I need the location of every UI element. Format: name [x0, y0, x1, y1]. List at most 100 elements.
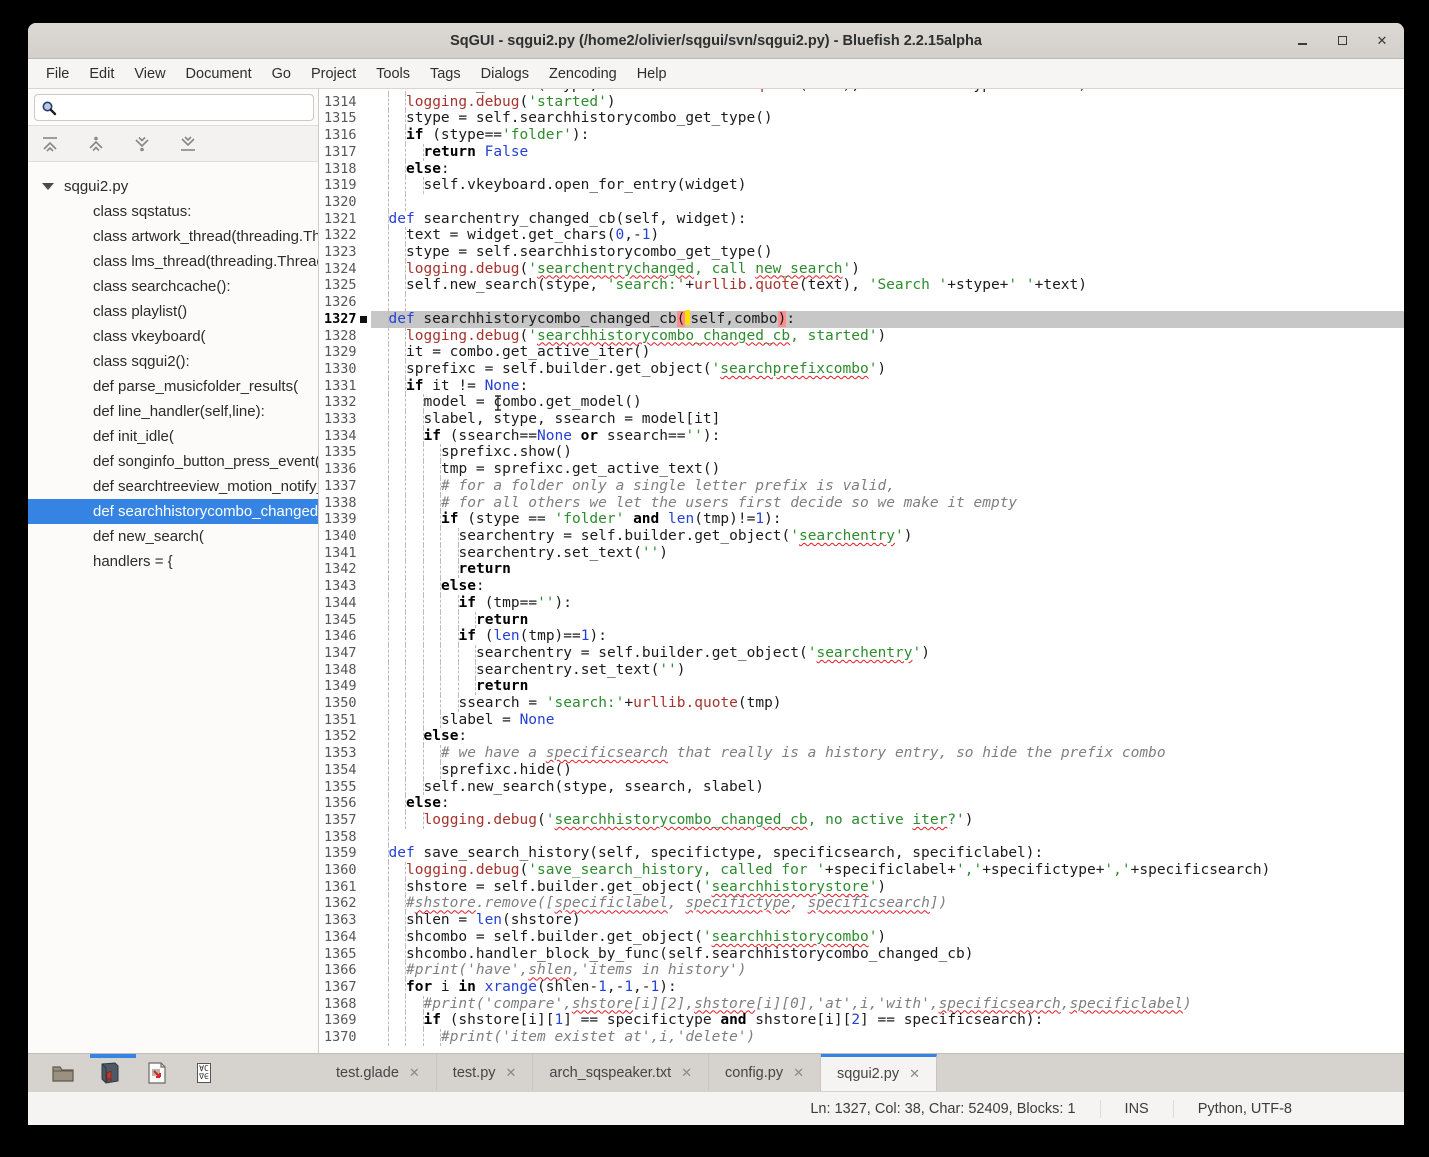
line-number[interactable]: 1318	[319, 161, 359, 178]
code-line[interactable]: 1315stype = self.searchhistorycombo_get_…	[319, 110, 1404, 127]
code-line[interactable]: 1363shlen = len(shstore)	[319, 912, 1404, 929]
tab-close-icon[interactable]: ✕	[793, 1065, 804, 1081]
line-number[interactable]: 1362	[319, 895, 359, 912]
line-number[interactable]: 1337	[319, 478, 359, 495]
line-number[interactable]: 1339	[319, 511, 359, 528]
line-number[interactable]: 1323	[319, 244, 359, 261]
code-line[interactable]: 1325self.new_search(stype, 'search:'+url…	[319, 277, 1404, 294]
code-line[interactable]: 1369if (shstore[i][1] == specifictype an…	[319, 1012, 1404, 1029]
expander-icon[interactable]	[42, 183, 54, 190]
line-number[interactable]: 1354	[319, 762, 359, 779]
line-number[interactable]: 1346	[319, 628, 359, 645]
line-number[interactable]: 1369	[319, 1012, 359, 1029]
code-line[interactable]: 1320	[319, 194, 1404, 211]
code-line[interactable]: 1319self.vkeyboard.open_for_entry(widget…	[319, 177, 1404, 194]
tab-arch_sqspeaker.txt[interactable]: arch_sqspeaker.txt✕	[533, 1054, 709, 1091]
line-number[interactable]: 1335	[319, 444, 359, 461]
line-number[interactable]: 1345	[319, 612, 359, 629]
tab-sqgui2.py[interactable]: sqgui2.py✕	[821, 1054, 937, 1091]
code-line[interactable]: 1349return	[319, 678, 1404, 695]
minimize-button[interactable]	[1294, 33, 1310, 49]
menu-project[interactable]: Project	[301, 62, 366, 86]
line-number[interactable]: 1358	[319, 829, 359, 846]
snippets-doc-icon[interactable]	[144, 1060, 170, 1086]
tree-item[interactable]: def line_handler(self,line):	[28, 399, 318, 424]
code-line[interactable]: 1335sprefixc.show()	[319, 444, 1404, 461]
code-line[interactable]: 1316if (stype=='folder'):	[319, 127, 1404, 144]
line-number[interactable]: 1332	[319, 394, 359, 411]
code-line[interactable]: 1333slabel, stype, ssearch = model[it]	[319, 411, 1404, 428]
menu-file[interactable]: File	[36, 62, 79, 86]
tab-test.glade[interactable]: test.glade✕	[320, 1054, 437, 1091]
line-number[interactable]: 1349	[319, 678, 359, 695]
code-line[interactable]: 1339if (stype == 'folder' and len(tmp)!=…	[319, 511, 1404, 528]
line-number[interactable]: 1365	[319, 946, 359, 963]
code-line[interactable]: 1359def save_search_history(self, specif…	[319, 845, 1404, 862]
tab-close-icon[interactable]: ✕	[506, 1065, 517, 1081]
line-number[interactable]: 1326	[319, 294, 359, 311]
line-number[interactable]: 1338	[319, 495, 359, 512]
code-line[interactable]: 1329it = combo.get_active_iter()	[319, 344, 1404, 361]
line-number[interactable]: 1340	[319, 528, 359, 545]
line-number[interactable]: 1321	[319, 211, 359, 228]
code-line[interactable]: 1358	[319, 829, 1404, 846]
tree-item[interactable]: def init_idle(	[28, 424, 318, 449]
line-number[interactable]: 1343	[319, 578, 359, 595]
code-editor[interactable]: self.new_search(stype, 'search:'+urllib.…	[319, 89, 1404, 1053]
menu-go[interactable]: Go	[262, 62, 301, 86]
code-line[interactable]: 1344if (tmp==''):	[319, 595, 1404, 612]
menu-tags[interactable]: Tags	[420, 62, 471, 86]
code-line[interactable]: 1330sprefixc = self.builder.get_object('…	[319, 361, 1404, 378]
code-line[interactable]: 1355self.new_search(stype, ssearch, slab…	[319, 779, 1404, 796]
code-line[interactable]: 1348searchentry.set_text('')	[319, 662, 1404, 679]
line-number[interactable]: 1334	[319, 428, 359, 445]
jump-first-icon[interactable]	[38, 132, 62, 156]
code-lines[interactable]: self.new_search(stype, 'search:'+urllib.…	[319, 89, 1404, 1046]
code-line[interactable]: 1364shcombo = self.builder.get_object('s…	[319, 929, 1404, 946]
code-line[interactable]: 1322text = widget.get_chars(0,-1)	[319, 227, 1404, 244]
tree-item[interactable]: class sqgui2():	[28, 349, 318, 374]
code-line[interactable]: 1361shstore = self.builder.get_object('s…	[319, 879, 1404, 896]
title-bar[interactable]: SqGUI - sqgui2.py (/home2/olivier/sqgui/…	[28, 23, 1404, 59]
code-line[interactable]: 1362#shstore.remove([specificlabel, spec…	[319, 895, 1404, 912]
tab-close-icon[interactable]: ✕	[409, 1065, 420, 1081]
code-line[interactable]: 1357logging.debug('searchhistorycombo_ch…	[319, 812, 1404, 829]
line-number[interactable]: 1359	[319, 845, 359, 862]
tree-item[interactable]: class playlist()	[28, 299, 318, 324]
maximize-button[interactable]	[1334, 33, 1350, 49]
code-line[interactable]: 1340searchentry = self.builder.get_objec…	[319, 528, 1404, 545]
menu-document[interactable]: Document	[176, 62, 262, 86]
line-number[interactable]: 1351	[319, 712, 359, 729]
code-line[interactable]: 1366#print('have',shlen,'items in histor…	[319, 962, 1404, 979]
tree-item[interactable]: class sqstatus:	[28, 199, 318, 224]
code-line[interactable]: 1370#print('item existet at',i,'delete')	[319, 1029, 1404, 1046]
code-line[interactable]: 1352else:	[319, 728, 1404, 745]
line-number[interactable]: 1317	[319, 144, 359, 161]
line-number[interactable]: 1356	[319, 795, 359, 812]
line-number[interactable]: 1368	[319, 996, 359, 1013]
code-line[interactable]: 1326	[319, 294, 1404, 311]
code-line[interactable]: 1360logging.debug('save_search_history, …	[319, 862, 1404, 879]
code-line[interactable]: 1345return	[319, 612, 1404, 629]
search-input[interactable]	[63, 100, 307, 116]
line-number[interactable]: 1355	[319, 779, 359, 796]
close-button[interactable]: ✕	[1374, 33, 1390, 49]
line-number[interactable]: 1315	[319, 110, 359, 127]
menu-help[interactable]: Help	[627, 62, 677, 86]
code-line[interactable]: 1342return	[319, 561, 1404, 578]
line-number[interactable]: 1347	[319, 645, 359, 662]
line-number[interactable]: 1370	[319, 1029, 359, 1046]
code-line[interactable]: 1347searchentry = self.builder.get_objec…	[319, 645, 1404, 662]
menu-tools[interactable]: Tools	[366, 62, 420, 86]
tree-item[interactable]: class searchcache():	[28, 274, 318, 299]
code-line[interactable]: 1331if it != None:	[319, 378, 1404, 395]
code-line[interactable]: 1324logging.debug('searchentrychanged, c…	[319, 261, 1404, 278]
line-number[interactable]: 1331	[319, 378, 359, 395]
filebrowser-folder-icon[interactable]	[50, 1060, 76, 1086]
jump-up-icon[interactable]	[84, 132, 108, 156]
code-line[interactable]: 1336tmp = sprefixc.get_active_text()	[319, 461, 1404, 478]
code-line[interactable]: 1351slabel = None	[319, 712, 1404, 729]
code-line[interactable]: 1353# we have a specificsearch that real…	[319, 745, 1404, 762]
code-line[interactable]: 1365shcombo.handler_block_by_func(self.s…	[319, 946, 1404, 963]
code-line[interactable]: 1332model = combo.get_model()	[319, 394, 1404, 411]
